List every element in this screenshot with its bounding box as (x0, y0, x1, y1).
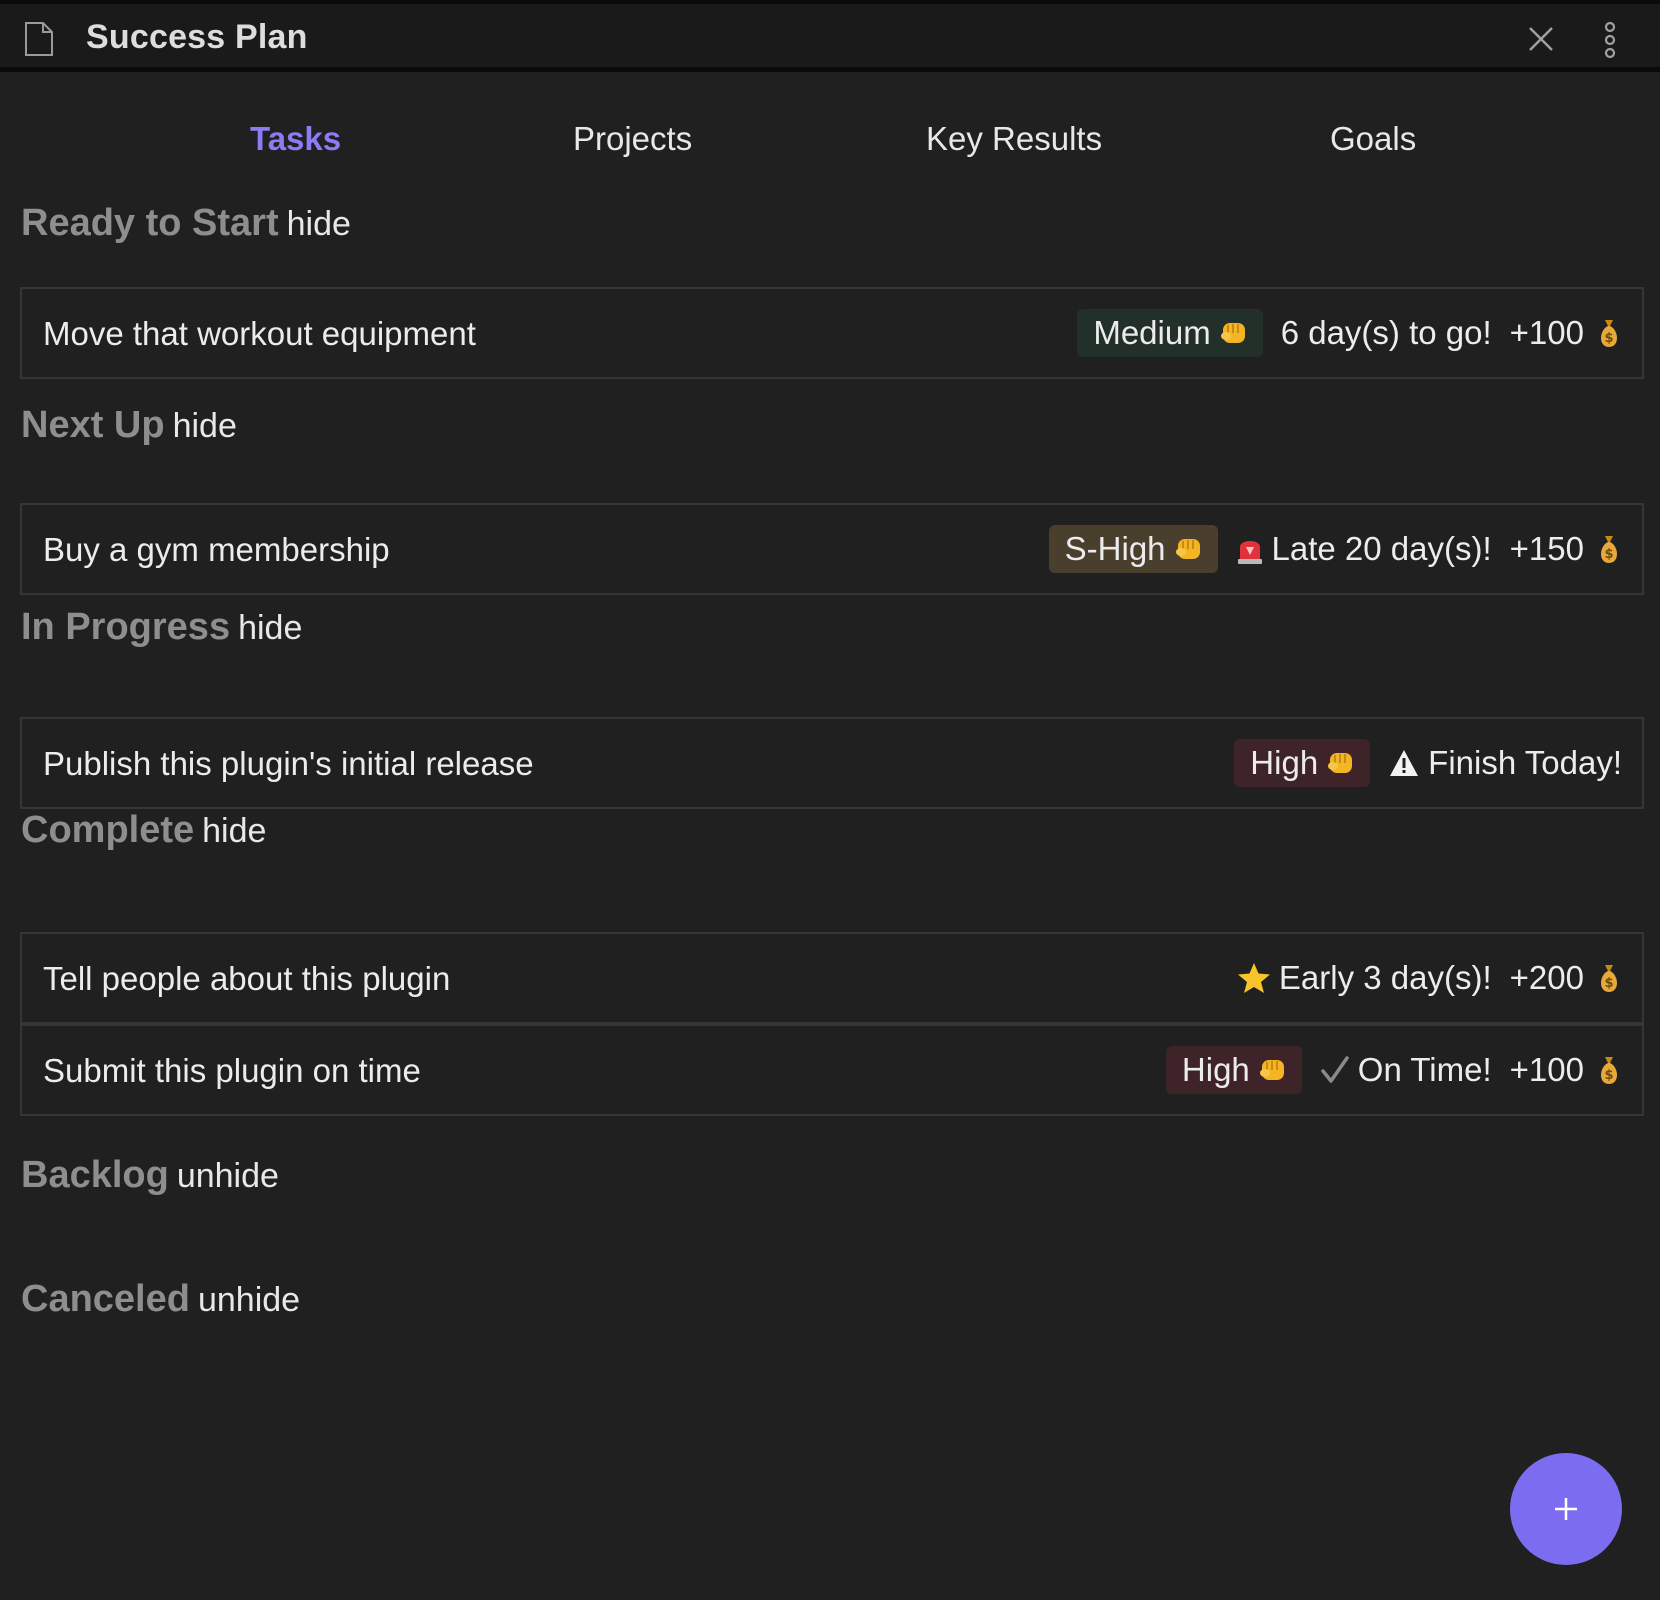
fist-icon (1175, 539, 1200, 559)
section-toggle-button[interactable]: hide (173, 407, 237, 445)
priority-label: Medium (1093, 314, 1211, 351)
task-meta: High On Time! +100 $ (1165, 1026, 1622, 1114)
task-status: Late 20 day(s)! (1236, 530, 1492, 568)
status-text: 6 day(s) to go! (1280, 314, 1492, 351)
section-complete: Complete hide (21, 809, 266, 852)
priority-label: S-High (1064, 530, 1166, 567)
close-icon[interactable] (1524, 22, 1558, 56)
section-title: Ready to Start (21, 202, 279, 244)
plus-icon (1555, 1498, 1577, 1520)
tab-tasks[interactable]: Tasks (250, 120, 341, 158)
tab-goals[interactable]: Goals (1330, 120, 1416, 158)
status-text: Finish Today! (1428, 744, 1622, 781)
priority-badge: S-High (1048, 525, 1218, 573)
section-backlog: Backlog unhide (21, 1154, 279, 1197)
task-name: Tell people about this plugin (43, 960, 451, 997)
money-bag-icon: $ (1601, 320, 1617, 347)
section-title: Backlog (21, 1154, 169, 1196)
window-title: Success Plan (86, 18, 308, 56)
priority-label: High (1250, 744, 1319, 781)
money-bag-icon: $ (1601, 536, 1617, 563)
document-icon (25, 22, 53, 56)
task-card[interactable]: Submit this plugin on time High On Time!… (20, 1024, 1644, 1116)
priority-badge: Medium (1077, 309, 1263, 357)
points-value: +100 (1509, 314, 1584, 351)
task-points: +200 $ (1510, 959, 1622, 997)
svg-text:$: $ (1604, 1068, 1613, 1083)
task-card[interactable]: Move that workout equipment Medium 6 day… (20, 287, 1644, 379)
star-icon (1237, 963, 1270, 993)
priority-badge: High (1165, 1046, 1302, 1094)
fist-icon (1328, 753, 1353, 773)
task-name: Buy a gym membership (43, 531, 390, 568)
task-card[interactable]: Publish this plugin's initial release Hi… (20, 717, 1644, 809)
money-bag-icon: $ (1601, 965, 1617, 992)
siren-icon (1237, 541, 1262, 564)
section-toggle-button[interactable]: hide (238, 609, 302, 647)
section-title: Next Up (21, 404, 165, 446)
section-title: Complete (21, 809, 195, 851)
section-toggle-button[interactable]: unhide (177, 1157, 279, 1195)
task-status: Finish Today! (1388, 744, 1622, 782)
section-in-progress: In Progress hide (21, 606, 302, 649)
task-meta: S-High Late 20 day(s)! +150 $ (1048, 505, 1622, 593)
title-bar: Success Plan (0, 4, 1660, 72)
section-toggle-button[interactable]: hide (287, 205, 351, 243)
task-card[interactable]: Tell people about this plugin Early 3 da… (20, 932, 1644, 1024)
status-text: On Time! (1357, 1051, 1492, 1088)
section-next-up: Next Up hide (21, 404, 237, 447)
tab-key-results[interactable]: Key Results (926, 120, 1102, 158)
points-value: +100 (1509, 1051, 1584, 1088)
priority-label: High (1181, 1051, 1250, 1088)
status-text: Late 20 day(s)! (1271, 530, 1492, 567)
task-meta: Early 3 day(s)! +200 $ (1237, 934, 1622, 1022)
task-status: 6 day(s) to go! (1281, 314, 1492, 352)
task-meta: High Finish Today! (1234, 719, 1622, 807)
svg-text:$: $ (1604, 331, 1613, 346)
task-meta: Medium 6 day(s) to go! +100 $ (1077, 289, 1622, 377)
section-ready-to-start: Ready to Start hide (21, 202, 351, 245)
more-options-icon[interactable] (1598, 20, 1622, 60)
task-status: Early 3 day(s)! (1237, 959, 1492, 997)
points-value: +200 (1509, 959, 1584, 996)
section-toggle-button[interactable]: unhide (198, 1281, 300, 1319)
app-window: Success Plan Tasks Projects Key Results … (0, 0, 1660, 1600)
task-points: +100 $ (1510, 314, 1622, 352)
task-status: On Time! (1320, 1051, 1492, 1089)
task-points: +100 $ (1510, 1051, 1622, 1089)
check-icon (1321, 1056, 1349, 1083)
svg-text:$: $ (1604, 976, 1613, 991)
status-text: Early 3 day(s)! (1278, 959, 1492, 996)
section-canceled: Canceled unhide (21, 1278, 300, 1321)
fist-icon (1259, 1060, 1284, 1080)
task-card[interactable]: Buy a gym membership S-High Late 20 day(… (20, 503, 1644, 595)
points-value: +150 (1509, 530, 1584, 567)
fist-icon (1220, 323, 1245, 343)
section-title: Canceled (21, 1278, 190, 1320)
priority-badge: High (1234, 739, 1371, 787)
section-toggle-button[interactable]: hide (202, 812, 266, 850)
add-task-button[interactable] (1510, 1453, 1622, 1565)
task-points: +150 $ (1510, 530, 1622, 568)
warning-icon (1390, 750, 1419, 776)
svg-text:$: $ (1604, 547, 1613, 562)
task-name: Publish this plugin's initial release (43, 745, 534, 782)
task-name: Move that workout equipment (43, 315, 476, 352)
section-title: In Progress (21, 606, 231, 648)
task-name: Submit this plugin on time (43, 1052, 421, 1089)
tab-projects[interactable]: Projects (573, 120, 692, 158)
money-bag-icon: $ (1601, 1057, 1617, 1084)
